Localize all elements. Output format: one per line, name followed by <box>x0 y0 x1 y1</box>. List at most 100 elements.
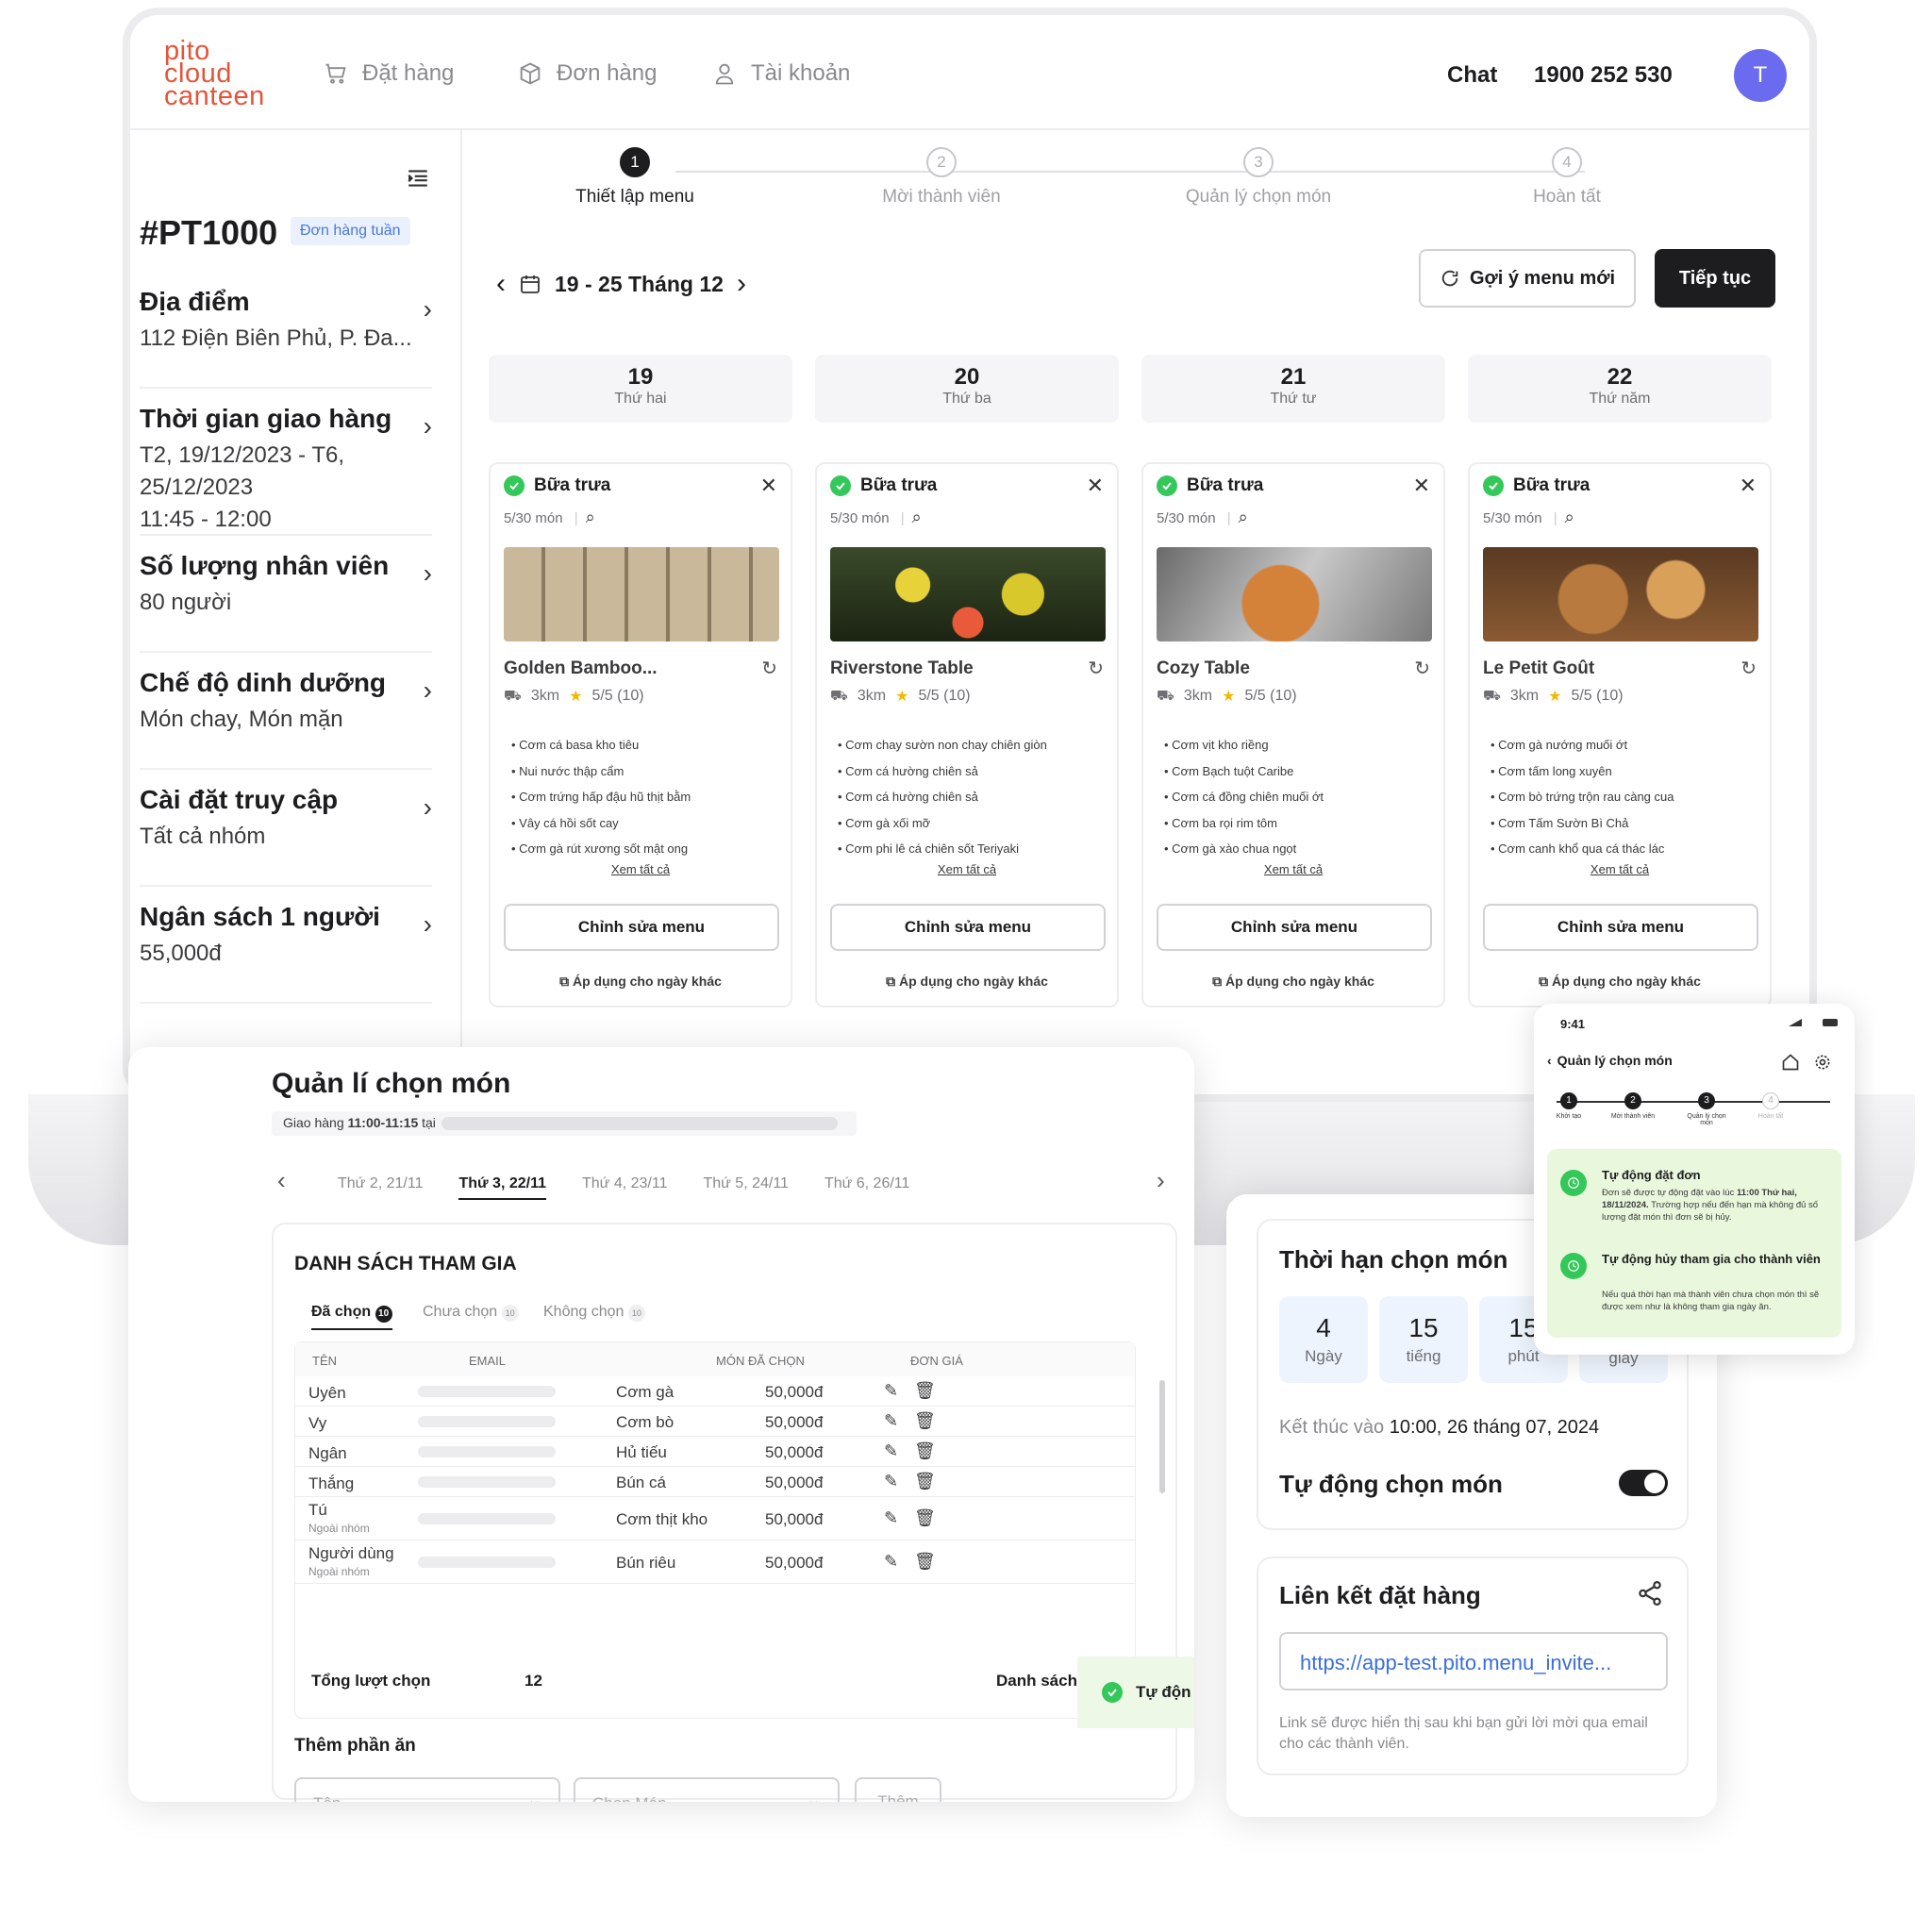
see-all-link[interactable]: Xem tất cả <box>1470 862 1770 876</box>
edit-menu-button[interactable]: Chỉnh sửa menu <box>1483 904 1758 951</box>
restaurant-photo <box>1157 547 1432 641</box>
day-header[interactable]: 22 Thứ năm <box>1468 355 1772 423</box>
chevron-left-icon[interactable]: ‹ <box>277 1166 286 1195</box>
see-all-link[interactable]: Xem tất cả <box>491 862 791 876</box>
add-button[interactable]: Thêm <box>855 1777 941 1802</box>
phone-step-number: 2 <box>1624 1092 1641 1109</box>
day-tab[interactable]: Thứ 2, 21/11 <box>338 1175 423 1200</box>
dish-item: Cơm trứng hấp đậu hũ thịt bằm <box>511 784 691 810</box>
search-icon[interactable]: ⌕ <box>1565 508 1574 526</box>
apply-other-day-button[interactable]: ⧉ Áp dụng cho ngày khác <box>817 974 1117 990</box>
share-icon[interactable] <box>1636 1579 1664 1607</box>
chevron-right-icon[interactable]: › <box>1157 1166 1165 1195</box>
name-select[interactable]: Tên ⌄ <box>294 1777 560 1802</box>
hotline[interactable]: 1900 252 530 <box>1534 62 1673 89</box>
refresh-icon[interactable]: ↻ <box>1088 657 1104 680</box>
edit-icon[interactable]: ✎ <box>884 1508 898 1528</box>
close-icon[interactable]: ✕ <box>1087 474 1104 498</box>
day-tab[interactable]: Thứ 5, 24/11 <box>703 1175 788 1200</box>
check-circle-icon <box>830 475 851 496</box>
day-header[interactable]: 19 Thứ hai <box>489 355 792 423</box>
restaurant-name[interactable]: Le Petit Goût <box>1483 658 1594 679</box>
nav-account[interactable]: Tài khoản <box>711 60 850 87</box>
phone-back[interactable]: ‹ Quản lý chọn món <box>1547 1053 1673 1068</box>
apply-other-day-button[interactable]: ⧉ Áp dụng cho ngày khác <box>1143 974 1443 990</box>
restaurant-name[interactable]: Cozy Table <box>1157 658 1250 679</box>
day-header[interactable]: 21 Thứ tư <box>1141 355 1445 423</box>
close-icon[interactable]: ✕ <box>760 474 777 498</box>
nav-orders[interactable]: Đơn hàng <box>517 60 657 87</box>
subtab-unselected[interactable]: Chưa chọn 10 <box>423 1304 519 1322</box>
apply-other-day-button[interactable]: ⧉ Áp dụng cho ngày khác <box>491 974 791 990</box>
sidebar-item-value: 80 người <box>140 590 232 615</box>
search-icon[interactable]: ⌕ <box>586 508 595 526</box>
list-link[interactable]: Danh sách <box>996 1672 1077 1690</box>
trash-icon[interactable]: 🗑 <box>914 1552 936 1572</box>
nav-order[interactable]: Đặt hàng <box>323 60 454 87</box>
dish-select[interactable]: Chọn Món ⌄ <box>574 1777 840 1802</box>
unit-price: 50,000đ <box>765 1474 824 1491</box>
close-icon[interactable]: ✕ <box>1740 474 1757 498</box>
logo[interactable]: pito cloud canteen <box>164 38 265 110</box>
trash-icon[interactable]: 🗑 <box>914 1411 936 1431</box>
trash-icon[interactable]: 🗑 <box>914 1381 936 1401</box>
dish-count: 5/30 món <box>504 510 563 526</box>
gear-icon[interactable] <box>1813 1053 1832 1072</box>
sidebar-item-access[interactable]: Cài đặt truy cập Tất cả nhóm › <box>140 785 432 887</box>
subtab-selected[interactable]: Đã chọn 10 <box>311 1304 392 1330</box>
edit-icon[interactable]: ✎ <box>884 1552 898 1572</box>
edit-icon[interactable]: ✎ <box>884 1381 898 1401</box>
edit-menu-button[interactable]: Chỉnh sửa menu <box>504 904 779 951</box>
order-link-url[interactable]: https://app-test.pito.menu_invite... <box>1279 1632 1668 1690</box>
clock-check-icon <box>1560 1170 1587 1196</box>
edit-menu-button[interactable]: Chỉnh sửa menu <box>1157 904 1432 951</box>
chat-link[interactable]: Chat <box>1447 62 1497 89</box>
subtab-declined[interactable]: Không chọn 10 <box>543 1304 645 1322</box>
see-all-link[interactable]: Xem tất cả <box>1143 862 1443 876</box>
trash-icon[interactable]: 🗑 <box>914 1472 936 1491</box>
refresh-icon <box>1441 270 1458 287</box>
cart-icon <box>325 63 346 84</box>
email-placeholder-bar <box>418 1386 556 1397</box>
refresh-icon[interactable]: ↻ <box>1414 657 1430 680</box>
home-icon[interactable] <box>1781 1053 1800 1072</box>
search-icon[interactable]: ⌕ <box>912 508 922 526</box>
apply-label: Áp dụng cho ngày khác <box>1551 974 1701 989</box>
collapse-menu-icon[interactable] <box>406 166 430 191</box>
subtab-count: 10 <box>501 1305 519 1322</box>
auto-choose-toggle[interactable] <box>1619 1470 1668 1496</box>
sidebar-item-delivery-time[interactable]: Thời gian giao hàng T2, 19/12/2023 - T6,… <box>140 404 432 536</box>
see-all-link[interactable]: Xem tất cả <box>817 862 1117 876</box>
close-icon[interactable]: ✕ <box>1413 474 1430 498</box>
phone-mockup: 9:41 ‹ Quản lý chọn món 1 Khởi tạo 2 Mời thà… <box>1534 1004 1855 1355</box>
countdown-value: 4 <box>1316 1313 1331 1342</box>
day-header[interactable]: 20 Thứ ba <box>815 355 1119 423</box>
restaurant-name[interactable]: Riverstone Table <box>830 658 974 679</box>
suggest-menu-button[interactable]: Gợi ý menu mới <box>1419 249 1636 308</box>
day-tab-active[interactable]: Thứ 3, 22/11 <box>458 1175 546 1200</box>
edit-icon[interactable]: ✎ <box>884 1441 898 1461</box>
chevron-right-icon[interactable]: › <box>737 268 746 300</box>
refresh-icon[interactable]: ↻ <box>761 657 777 680</box>
sidebar-item-nutrition[interactable]: Chế độ dinh dưỡng Món chay, Món mặn › <box>140 668 432 770</box>
edit-menu-button[interactable]: Chỉnh sửa menu <box>830 904 1106 951</box>
sidebar-item-budget[interactable]: Ngân sách 1 người 55,000đ › <box>140 902 432 1004</box>
table-scrollbar[interactable] <box>1159 1380 1165 1493</box>
day-tab[interactable]: Thứ 4, 23/11 <box>582 1175 667 1200</box>
meal-header: Bữa trưa <box>830 475 937 496</box>
chevron-left-icon[interactable]: ‹ <box>496 268 506 300</box>
apply-other-day-button[interactable]: ⧉ Áp dụng cho ngày khác <box>1470 974 1770 990</box>
dish-list: Cơm cá basa kho tiêuNui nước thập cẩmCơm… <box>511 732 691 862</box>
sidebar-item-employees[interactable]: Số lượng nhân viên 80 người › <box>140 551 432 653</box>
restaurant-name[interactable]: Golden Bamboo... <box>504 658 658 679</box>
avatar[interactable]: T <box>1734 49 1787 102</box>
refresh-icon[interactable]: ↻ <box>1740 657 1757 680</box>
trash-icon[interactable]: 🗑 <box>914 1441 936 1461</box>
search-icon[interactable]: ⌕ <box>1239 508 1248 526</box>
sidebar-item-location[interactable]: Địa điểm 112 Điện Biên Phủ, P. Đa... › <box>140 287 432 389</box>
day-tab[interactable]: Thứ 6, 26/11 <box>824 1175 909 1200</box>
continue-button[interactable]: Tiếp tục <box>1655 249 1775 308</box>
edit-icon[interactable]: ✎ <box>884 1472 898 1491</box>
trash-icon[interactable]: 🗑 <box>914 1508 936 1528</box>
edit-icon[interactable]: ✎ <box>884 1411 898 1431</box>
